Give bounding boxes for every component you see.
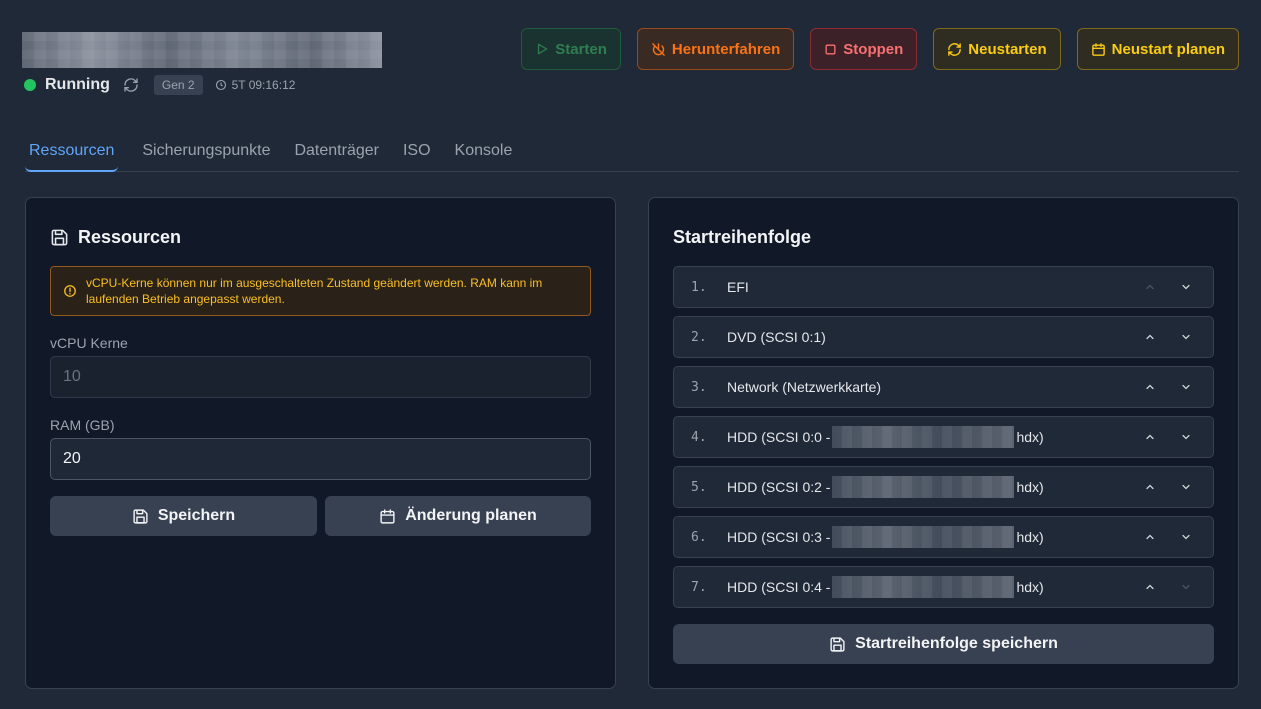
warning-icon [64, 285, 76, 297]
move-down-icon[interactable] [1177, 378, 1195, 396]
ram-field[interactable]: 20 [50, 438, 591, 480]
move-down-icon[interactable] [1177, 428, 1195, 446]
calendar-icon [380, 508, 395, 524]
stop-icon [825, 44, 836, 54]
warning-text: vCPU-Kerne können nur im ausgeschalteten… [86, 276, 543, 306]
save-boot-order-button[interactable]: Startreihenfolge speichern [673, 624, 1214, 664]
tab-iso[interactable]: ISO [391, 134, 443, 172]
stop-button[interactable]: Stoppen [810, 28, 918, 70]
move-down-icon[interactable] [1177, 528, 1195, 546]
shutdown-button[interactable]: Herunterfahren [636, 28, 795, 70]
status-text: Running [45, 76, 110, 93]
boot-item: 2. DVD (SCSI 0:1) [673, 316, 1214, 358]
tab-datentraeger[interactable]: Datenträger [282, 134, 391, 172]
ram-label: RAM (GB) [50, 417, 115, 433]
uptime: 5T 09:16:12 [215, 78, 296, 92]
refresh-icon[interactable] [122, 76, 140, 94]
play-icon [538, 43, 548, 55]
tab-ressourcen[interactable]: Ressourcen [25, 134, 119, 172]
schedule-change-button[interactable]: Änderung planen [325, 496, 591, 536]
vm-name-redacted [22, 32, 382, 68]
move-down-icon[interactable] [1177, 278, 1195, 296]
boot-order-panel: Startreihenfolge 1. EFI 2. DVD (SCSI 0:1… [648, 197, 1239, 689]
tab-sicherungspunkte[interactable]: Sicherungspunkte [130, 134, 282, 172]
resources-panel: Ressourcen vCPU-Kerne können nur im ausg… [25, 197, 616, 689]
vm-actions: Starten Herunterfahren Stoppen Neustarte… [521, 28, 1239, 70]
redacted-disk-name [832, 526, 1015, 548]
start-button[interactable]: Starten [521, 28, 621, 70]
save-icon [51, 229, 68, 246]
generation-badge: Gen 2 [153, 75, 203, 95]
vcpu-label: vCPU Kerne [50, 335, 128, 351]
save-icon [830, 636, 845, 652]
tab-bar: Ressourcen Sicherungspunkte Datenträger … [25, 134, 1239, 172]
restart-button[interactable]: Neustarten [933, 28, 1061, 70]
uptime-text: 5T 09:16:12 [231, 78, 296, 92]
boot-item: 7. HDD (SCSI 0:4 - hdx) [673, 566, 1214, 608]
save-icon [133, 508, 148, 524]
restart-icon [948, 42, 962, 56]
move-down-icon[interactable] [1177, 328, 1195, 346]
boot-item: 1. EFI [673, 266, 1214, 308]
calendar-icon [1091, 42, 1105, 56]
boot-order-list: 1. EFI 2. DVD (SCSI 0:1) 3. Network (Net… [673, 266, 1214, 616]
resources-title: Ressourcen [50, 227, 181, 248]
boot-item: 6. HDD (SCSI 0:3 - hdx) [673, 516, 1214, 558]
move-down-icon [1177, 578, 1195, 596]
redacted-disk-name [832, 576, 1015, 598]
status-row: Running Gen 2 5T 09:16:12 [24, 74, 295, 96]
move-up-icon[interactable] [1141, 528, 1159, 546]
move-up-icon[interactable] [1141, 478, 1159, 496]
move-up-icon [1141, 278, 1159, 296]
vcpu-field[interactable]: 10 [50, 356, 591, 398]
power-off-icon [652, 42, 665, 56]
redacted-disk-name [832, 426, 1015, 448]
move-up-icon[interactable] [1141, 428, 1159, 446]
boot-item: 5. HDD (SCSI 0:2 - hdx) [673, 466, 1214, 508]
move-down-icon[interactable] [1177, 478, 1195, 496]
warning-box: vCPU-Kerne können nur im ausgeschalteten… [50, 266, 591, 316]
boot-item: 3. Network (Netzwerkkarte) [673, 366, 1214, 408]
move-up-icon[interactable] [1141, 578, 1159, 596]
boot-item: 4. HDD (SCSI 0:0 - hdx) [673, 416, 1214, 458]
move-up-icon[interactable] [1141, 328, 1159, 346]
redacted-disk-name [832, 476, 1015, 498]
boot-order-title: Startreihenfolge [673, 227, 812, 247]
schedule-restart-button[interactable]: Neustart planen [1076, 28, 1239, 70]
save-button[interactable]: Speichern [50, 496, 317, 536]
tab-konsole[interactable]: Konsole [443, 134, 525, 172]
clock-icon [215, 79, 226, 91]
status-dot [24, 79, 36, 91]
move-up-icon[interactable] [1141, 378, 1159, 396]
